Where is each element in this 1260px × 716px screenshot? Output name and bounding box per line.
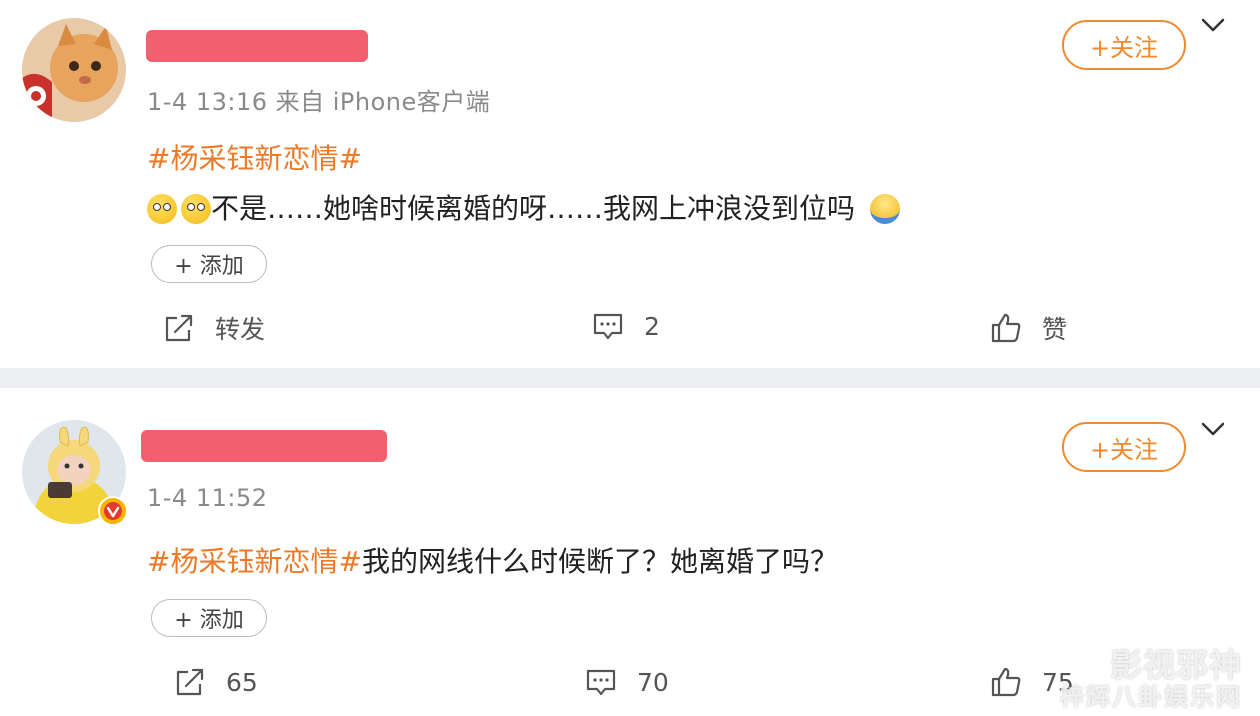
chevron-down-icon[interactable] bbox=[1200, 16, 1226, 34]
repost-icon bbox=[165, 314, 193, 342]
repost-icon bbox=[176, 668, 204, 696]
topic-hashtag[interactable]: #杨采钰新恋情# bbox=[147, 545, 362, 578]
follow-button[interactable]: +关注 bbox=[1062, 20, 1186, 70]
like-action[interactable]: 赞 bbox=[990, 310, 1067, 346]
watermark-subtitle: 梓辉八卦娱乐网 bbox=[1060, 683, 1242, 711]
repost-label: 转发 bbox=[215, 315, 266, 344]
post-meta: 1-4 11:52 bbox=[147, 484, 268, 512]
post-body: 不是……她啥时候离婚的呀……我网上冲浪没到位吗 bbox=[211, 192, 856, 225]
repost-action[interactable]: 65 bbox=[174, 666, 258, 698]
comment-icon bbox=[593, 313, 623, 340]
topic-hashtag[interactable]: #杨采钰新恋情# bbox=[147, 137, 362, 177]
comment-action[interactable]: 2 bbox=[592, 310, 660, 342]
add-button[interactable]: + 添加 bbox=[151, 245, 267, 283]
post-card-1: 1-4 13:16 来自 iPhone客户端 +关注 #杨采钰新恋情# 不是……… bbox=[0, 0, 1260, 368]
verified-badge-icon bbox=[98, 496, 128, 526]
post-card-2: 1-4 11:52 +关注 #杨采钰新恋情#我的网线什么时候断了？她离婚了吗？ … bbox=[0, 388, 1260, 716]
cat-avatar-image bbox=[22, 18, 126, 122]
shocked-face-emoji-icon bbox=[181, 194, 211, 224]
post-text: #杨采钰新恋情#我的网线什么时候断了？她离婚了吗？ bbox=[147, 540, 838, 580]
comment-count: 2 bbox=[644, 311, 660, 341]
redacted-username[interactable] bbox=[146, 30, 368, 62]
repost-count: 65 bbox=[226, 667, 258, 697]
post-body: 我的网线什么时候断了？她离婚了吗？ bbox=[361, 545, 838, 578]
post-separator bbox=[0, 368, 1260, 388]
shocked-face-emoji-icon bbox=[147, 194, 177, 224]
thumbs-up-icon bbox=[991, 667, 1021, 697]
chevron-down-icon[interactable] bbox=[1200, 420, 1226, 438]
crying-face-emoji-icon bbox=[869, 194, 900, 224]
add-button[interactable]: + 添加 bbox=[151, 599, 267, 637]
redacted-username[interactable] bbox=[141, 430, 387, 462]
post-meta: 1-4 13:16 来自 iPhone客户端 bbox=[147, 88, 491, 116]
follow-button[interactable]: +关注 bbox=[1062, 422, 1186, 472]
comment-icon bbox=[586, 669, 616, 696]
comment-count: 70 bbox=[637, 667, 669, 697]
post-text: 不是……她啥时候离婚的呀……我网上冲浪没到位吗 bbox=[147, 187, 900, 227]
avatar[interactable] bbox=[22, 18, 126, 122]
repost-action[interactable]: 转发 bbox=[163, 310, 265, 346]
like-label: 赞 bbox=[1042, 315, 1068, 344]
comment-action[interactable]: 70 bbox=[585, 666, 669, 698]
thumbs-up-icon bbox=[991, 313, 1021, 343]
